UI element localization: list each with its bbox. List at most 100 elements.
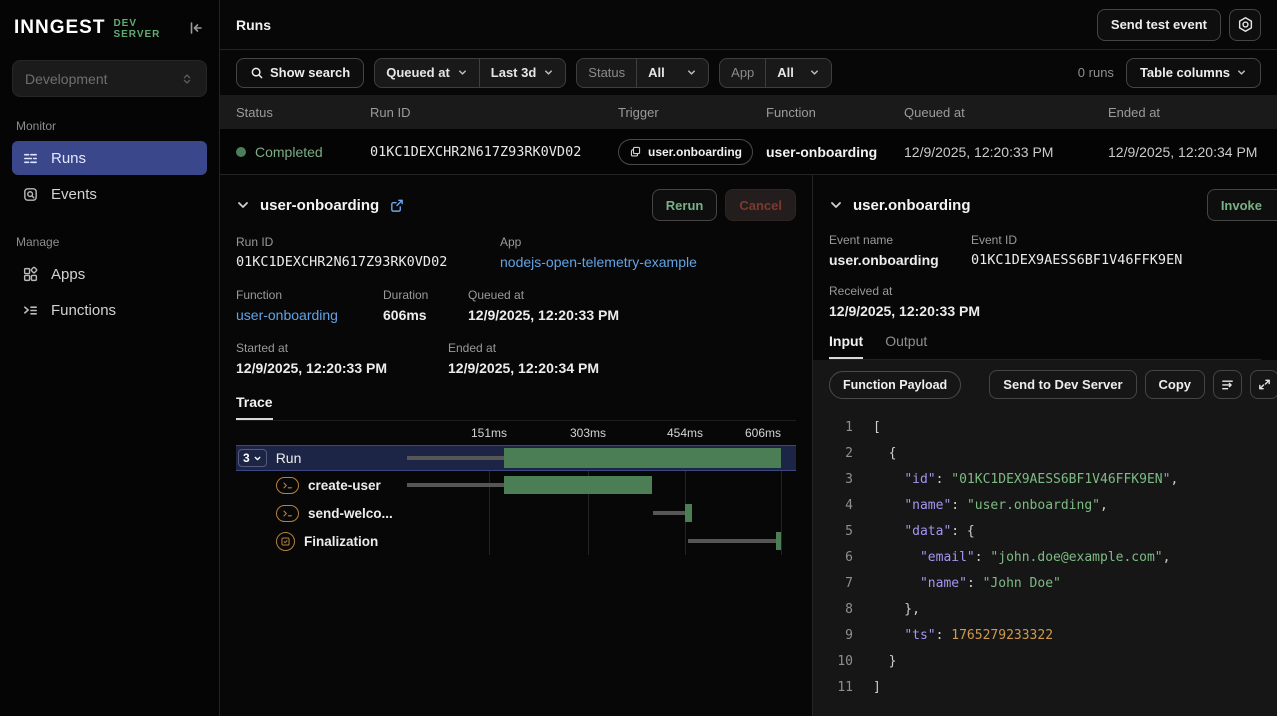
column-header-queued-at: Queued at [904,105,1108,120]
queue-duration-line [688,539,777,543]
sidebar-item-label: Runs [51,150,86,167]
code-line: 7 "name": "John Doe" [827,571,1277,597]
trace-row-run[interactable]: 3 Run [236,445,796,471]
nav-section-manage: Manage [16,235,203,249]
queue-duration-line [407,483,504,487]
sidebar-item-functions[interactable]: Functions [12,293,207,327]
sidebar-collapse-icon[interactable] [187,19,205,37]
span-duration-bar[interactable] [504,476,652,494]
tab-trace[interactable]: Trace [236,394,273,420]
column-header-run-id: Run ID [370,105,618,120]
page-title: Runs [236,17,271,33]
time-range-dropdown[interactable]: Last 3d [479,59,566,87]
column-header-ended-at: Ended at [1108,105,1277,120]
trace-row-send-welco-[interactable]: send-welco... [236,499,796,527]
status-badge: Completed [255,144,323,160]
started-at-value: 12/9/2025, 12:20:33 PM [236,360,448,376]
trace-row-label: create-user [308,478,381,493]
send-test-event-button[interactable]: Send test event [1097,9,1221,41]
runs-count: 0 runs [1078,65,1114,80]
workspace-select[interactable]: Development [12,60,207,97]
time-field-dropdown[interactable]: Queued at [375,59,479,87]
collapse-run-details-icon[interactable] [236,198,250,212]
function-link[interactable]: user-onboarding [236,307,383,323]
function-name-cell: user-onboarding [766,144,904,160]
tab-output[interactable]: Output [885,333,927,359]
sidebar-item-events[interactable]: Events [12,177,207,211]
expand-button[interactable] [1250,370,1277,399]
step-terminal-icon [276,477,299,494]
queue-duration-line [407,456,504,460]
line-number: 2 [827,441,853,467]
code-line: 5 "data": { [827,519,1277,545]
received-at-value: 12/9/2025, 12:20:33 PM [829,303,1261,319]
span-duration-bar[interactable] [685,504,692,522]
status-filter-dropdown[interactable]: All [636,59,708,87]
step-count-badge[interactable]: 3 [238,449,267,467]
nav-section-monitor: Monitor [16,119,203,133]
run-id-value: 01KC1DEXCHR2N617Z93RK0VD02 [370,144,618,160]
line-number: 6 [827,545,853,571]
code-line: 6 "email": "john.doe@example.com", [827,545,1277,571]
line-number: 4 [827,493,853,519]
app-root: INNGEST DEV SERVER Development Monitor R… [0,0,1277,716]
event-title: user.onboarding [853,197,971,214]
tab-input[interactable]: Input [829,333,863,359]
send-to-dev-server-button[interactable]: Send to Dev Server [989,370,1136,399]
invoke-button[interactable]: Invoke [1207,189,1277,221]
trace-row-finalization[interactable]: Finalization [236,527,796,555]
app-link[interactable]: nodejs-open-telemetry-example [500,254,796,270]
event-name-label: Event name [829,233,971,247]
cancel-button[interactable]: Cancel [725,189,796,221]
code-line: 2 { [827,441,1277,467]
span-duration-bar[interactable] [504,448,781,468]
apps-icon [22,266,39,283]
word-wrap-button[interactable] [1213,370,1242,399]
code-line: 8 }, [827,597,1277,623]
dev-server-badge: DEV SERVER [113,18,187,40]
details-area: user-onboarding Rerun Cancel Run ID 01KC… [220,175,1277,716]
gear-icon [1237,16,1254,33]
trigger-event-pill[interactable]: user.onboarding [618,139,753,165]
trace-tick-label: 303ms [570,426,606,440]
show-search-button[interactable]: Show search [236,58,364,88]
settings-button[interactable] [1229,9,1261,41]
line-number: 1 [827,415,853,441]
sidebar-item-label: Functions [51,302,116,319]
runs-table-header: Status Run ID Trigger Function Queued at… [220,95,1277,129]
column-header-trigger: Trigger [618,105,766,120]
sidebar-item-apps[interactable]: Apps [12,257,207,291]
line-number: 11 [827,675,853,701]
code-line: 10 } [827,649,1277,675]
started-at-label: Started at [236,341,448,355]
payload-code-panel: Function Payload Send to Dev Server Copy… [813,360,1277,716]
sidebar-item-label: Events [51,186,97,203]
payload-json-editor[interactable]: 1[2 {3 "id": "01KC1DEX9AESS6BF1V46FFK9EN… [813,405,1277,716]
rerun-button[interactable]: Rerun [652,189,718,221]
chevron-down-icon [1236,67,1247,78]
unfold-icon [180,72,194,86]
app-filter-group: App All [719,58,832,88]
queue-duration-line [653,511,685,515]
line-number: 5 [827,519,853,545]
runs-icon [22,150,39,167]
queued-at-label: Queued at [468,288,796,302]
trace-row-create-user[interactable]: create-user [236,471,796,499]
span-duration-bar[interactable] [776,532,781,550]
external-link-icon[interactable] [389,198,404,213]
trace-row-label: Run [276,450,302,466]
run-details-title: user-onboarding [260,197,379,214]
table-columns-button[interactable]: Table columns [1126,58,1261,88]
app-filter-label: App [720,59,765,87]
ended-at-cell: 12/9/2025, 12:20:34 PM [1108,144,1277,160]
app-filter-dropdown[interactable]: All [765,59,831,87]
sidebar-item-runs[interactable]: Runs [12,141,207,175]
copy-button[interactable]: Copy [1145,370,1206,399]
collapse-event-details-icon[interactable] [829,198,843,212]
run-id-detail-value: 01KC1DEXCHR2N617Z93RK0VD02 [236,254,500,270]
code-line: 3 "id": "01KC1DEX9AESS6BF1V46FFK9EN", [827,467,1277,493]
maximize-icon [1257,377,1272,392]
table-row[interactable]: Completed 01KC1DEXCHR2N617Z93RK0VD02 use… [220,129,1277,175]
line-number: 3 [827,467,853,493]
time-filter-group: Queued at Last 3d [374,58,566,88]
